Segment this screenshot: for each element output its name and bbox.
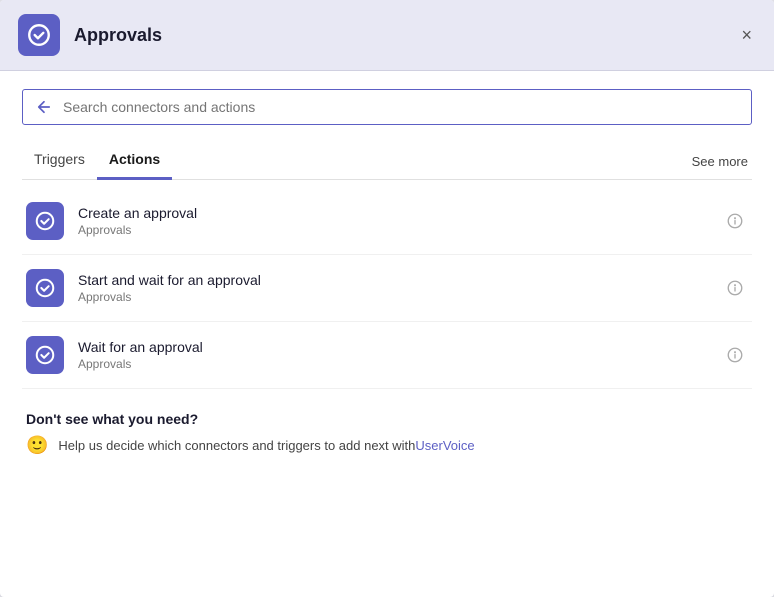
info-button-start-wait[interactable] <box>722 275 748 301</box>
action-item-start-wait[interactable]: Start and wait for an approval Approvals <box>22 255 752 322</box>
smiley-icon: 🙂 <box>26 435 48 456</box>
action-title-start-wait: Start and wait for an approval <box>78 272 722 288</box>
info-button-wait[interactable] <box>722 342 748 368</box>
close-button[interactable]: × <box>737 21 756 50</box>
footer-body: 🙂 Help us decide which connectors and tr… <box>26 435 748 456</box>
approvals-panel: Approvals × Triggers Actions See more <box>0 0 774 597</box>
tab-triggers[interactable]: Triggers <box>22 143 97 180</box>
see-more-button[interactable]: See more <box>688 146 752 177</box>
search-bar <box>22 89 752 125</box>
footer-section: Don't see what you need? 🙂 Help us decid… <box>22 411 752 456</box>
approvals-icon <box>26 22 52 48</box>
panel-body: Triggers Actions See more Create an appr… <box>0 71 774 597</box>
action-icon-wait <box>26 336 64 374</box>
uservoice-link[interactable]: UserVoice <box>415 438 474 453</box>
action-text-create: Create an approval Approvals <box>78 205 722 237</box>
action-item-create[interactable]: Create an approval Approvals <box>22 188 752 255</box>
action-sub-wait: Approvals <box>78 357 722 371</box>
action-icon-create <box>26 202 64 240</box>
action-icon-start-wait <box>26 269 64 307</box>
approvals-logo <box>18 14 60 56</box>
back-button[interactable] <box>35 98 53 116</box>
footer-text: Help us decide which connectors and trig… <box>58 438 415 453</box>
panel-header: Approvals × <box>0 0 774 71</box>
footer-heading: Don't see what you need? <box>26 411 748 427</box>
info-button-create[interactable] <box>722 208 748 234</box>
action-item-wait[interactable]: Wait for an approval Approvals <box>22 322 752 389</box>
search-input[interactable] <box>63 99 739 115</box>
action-sub-create: Approvals <box>78 223 722 237</box>
action-sub-start-wait: Approvals <box>78 290 722 304</box>
action-text-wait: Wait for an approval Approvals <box>78 339 722 371</box>
action-title-create: Create an approval <box>78 205 722 221</box>
action-list: Create an approval Approvals <box>22 188 752 389</box>
action-title-wait: Wait for an approval <box>78 339 722 355</box>
action-text-start-wait: Start and wait for an approval Approvals <box>78 272 722 304</box>
panel-title: Approvals <box>74 25 737 46</box>
tab-actions[interactable]: Actions <box>97 143 172 180</box>
tabs-row: Triggers Actions See more <box>22 143 752 180</box>
